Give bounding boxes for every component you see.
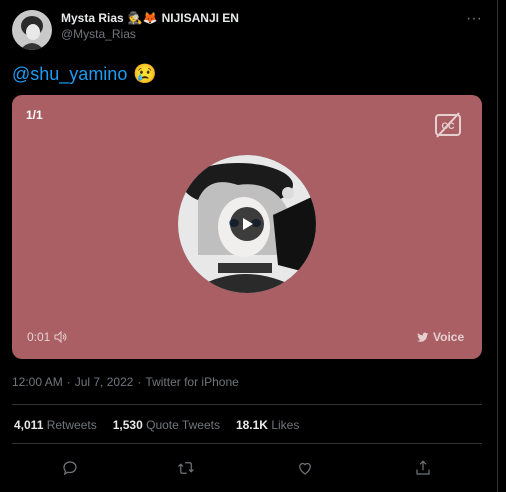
voice-label: Voice [417,330,464,344]
author-handle[interactable]: @Mysta_Rias [61,27,136,41]
name-suffix[interactable]: NIJISANJI EN [162,11,239,25]
media-counter: 1/1 [26,108,43,122]
avatar[interactable] [12,10,52,50]
column-divider [497,0,498,492]
mention-link[interactable]: @shu_yamino [12,64,127,85]
name-emojis: 🕵️🦊 [127,11,158,25]
crying-emoji: 😢 [133,64,158,85]
twitter-bird-icon [417,332,429,342]
tweet-meta: 12:00 AM · Jul 7, 2022 · Twitter for iPh… [12,375,239,389]
retweets-stat[interactable]: 4,011 Retweets [14,418,97,432]
more-options-icon[interactable]: ··· [466,10,482,28]
tweet-date[interactable]: Jul 7, 2022 [75,375,134,389]
voice-media-card[interactable]: 1/1 CC 0:01 [12,95,482,359]
play-icon [243,218,253,230]
tweet-time[interactable]: 12:00 AM [12,375,63,389]
duration: 0:01 [27,330,51,344]
play-button[interactable] [230,207,264,241]
display-name[interactable]: Mysta Rias [61,11,124,25]
captions-off-icon[interactable]: CC [433,110,463,140]
meta-separator: · [137,375,142,389]
voice-text: Voice [433,330,465,344]
volume-icon[interactable] [54,331,68,343]
like-icon[interactable] [296,459,314,477]
likes-stat[interactable]: 18.1K Likes [236,418,299,432]
tweet-source[interactable]: Twitter for iPhone [145,375,238,389]
author-name[interactable]: Mysta Rias 🕵️🦊 NIJISANJI EN [61,11,239,25]
reply-icon[interactable] [61,459,79,477]
divider [12,404,482,405]
tweet-text: @shu_yamino 😢 [12,62,157,86]
retweet-icon[interactable] [177,459,195,477]
tweet-stats: 4,011 Retweets 1,530 Quote Tweets 18.1K … [14,418,299,432]
meta-separator: · [66,375,71,389]
divider [12,443,482,444]
quote-tweets-stat[interactable]: 1,530 Quote Tweets [113,418,220,432]
share-icon[interactable] [414,459,432,477]
media-time: 0:01 [27,330,68,344]
